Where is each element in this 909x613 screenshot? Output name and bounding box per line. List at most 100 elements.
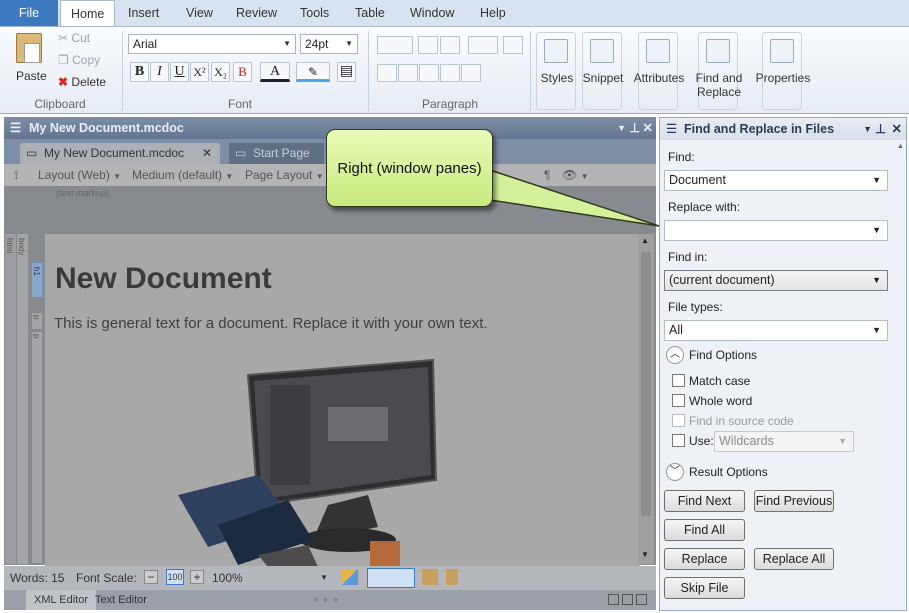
snippet-button[interactable]: Snippet [582,32,623,110]
scroll-down-icon[interactable]: ▼ [641,550,649,559]
tab-xml-editor[interactable]: XML Editor [26,590,97,610]
clear-formatting-button[interactable]: B [233,62,252,82]
collapse-find-options-icon[interactable]: ︿ [666,346,684,364]
tab-my-new-document[interactable]: ▭ My New Document.mcdoc ✕ [20,143,220,164]
menu-tools[interactable]: Tools [290,0,339,26]
replace-button[interactable]: Replace [664,548,745,570]
splitter-grip[interactable]: ∘ ∘ ∘ [312,590,339,610]
zoom-select[interactable]: 100% ▼ [212,566,328,590]
align-right-icon[interactable] [419,64,439,82]
find-previous-button[interactable]: Find Previous [754,490,834,512]
bold-button[interactable]: B [130,62,149,82]
list-style-icon[interactable] [468,36,498,54]
show-blocks-icon[interactable] [503,36,523,54]
structure-bar-body[interactable]: body [17,234,29,564]
scroll-up-icon[interactable]: ▲ [897,143,904,150]
menu-icon[interactable]: ☰ [666,118,677,140]
reset-zoom-button[interactable]: 100 [166,569,184,585]
ruler-icon[interactable] [422,569,438,585]
highlight-button[interactable]: ✎ [296,62,330,82]
menu-review[interactable]: Review [226,0,287,26]
find-next-button[interactable]: Find Next [664,490,745,512]
outdent-icon[interactable] [418,36,438,54]
chevron-down-icon[interactable]: ▼ [872,221,881,240]
structure-bar-html[interactable]: html [5,234,17,564]
medium-select[interactable]: Medium (default) ▼ [132,164,233,188]
menu-help[interactable]: Help [470,0,516,26]
skip-file-button[interactable]: Skip File [664,577,745,599]
find-in-select[interactable]: (current document) ▼ [664,270,888,291]
find-input[interactable]: Document ▼ [664,170,888,191]
properties-button[interactable]: Properties [756,32,810,110]
pin-icon[interactable]: ⊥ [875,118,886,140]
document-paragraph[interactable]: This is general text for a document. Rep… [54,315,488,332]
paste-button[interactable]: Paste [12,31,48,91]
find-options-label[interactable]: Find Options [689,348,757,362]
justify-icon[interactable] [440,64,460,82]
font-family-select[interactable]: Arial ▼ [128,34,296,54]
pin-icon[interactable]: ⊥ [629,117,640,139]
font-size-select[interactable]: 24pt ▼ [300,34,358,54]
close-icon[interactable]: ✕ [202,143,212,164]
panel-scrollbar[interactable]: ▲ [896,140,906,610]
structure-bar-p[interactable]: p [31,331,43,564]
chevron-down-icon[interactable]: ▼ [872,171,881,190]
font-dialog-button[interactable]: ▤ [337,62,356,82]
menu-file[interactable]: File [0,0,58,26]
match-case-checkbox[interactable] [672,374,685,387]
align-left-icon[interactable] [377,64,397,82]
color-palette-icon[interactable] [342,569,358,585]
result-options-label[interactable]: Result Options [689,465,768,479]
menu-table[interactable]: Table [345,0,395,26]
italic-button[interactable]: I [150,62,169,82]
close-icon[interactable]: ✕ [643,117,653,139]
subscript-button[interactable]: X₂ [211,62,230,82]
whole-word-checkbox[interactable] [672,394,685,407]
document-heading[interactable]: New Document [55,262,272,296]
chevron-down-icon[interactable]: ▼ [863,118,872,140]
menu-window[interactable]: Window [400,0,464,26]
menu-home[interactable]: Home [60,0,116,27]
expand-result-options-icon[interactable]: ﹀ [666,463,684,481]
find-in-source-checkbox[interactable] [672,414,685,427]
indent-icon[interactable] [440,36,460,54]
use-checkbox[interactable] [672,434,685,447]
view-mode-toggle[interactable] [367,568,415,588]
layout-split-icon[interactable] [608,594,619,605]
file-types-select[interactable]: All ▼ [664,320,888,341]
vertical-ruler-icon[interactable] [446,569,458,585]
use-type-select[interactable]: Wildcards ▼ [714,431,854,452]
chevron-down-icon[interactable]: ▼ [617,117,626,139]
scrollbar-thumb[interactable] [641,252,651,516]
document-image[interactable] [178,355,458,567]
menu-icon[interactable]: ☰ [10,117,21,139]
tab-start-page[interactable]: ▭ Start Page [229,143,324,164]
styles-button[interactable]: Styles [536,32,576,110]
structure-bar-h1[interactable]: h1 [31,262,43,298]
replace-input[interactable]: ▼ [664,220,888,241]
replace-all-button[interactable]: Replace All [754,548,834,570]
cut-button[interactable]: ✂ Cut [58,31,90,45]
font-color-button[interactable]: A [260,62,290,82]
find-all-button[interactable]: Find All [664,519,745,541]
attributes-button[interactable]: Attributes [634,32,684,110]
superscript-button[interactable]: X² [190,62,209,82]
menu-view[interactable]: View [176,0,223,26]
underline-button[interactable]: U [170,62,189,82]
layout-select[interactable]: Layout (Web) ▼ [38,164,121,188]
tab-text-editor[interactable]: Text Editor [92,590,150,610]
structure-bar-p[interactable]: p [31,312,43,330]
scroll-up-icon[interactable]: ▲ [641,236,649,245]
layout-vertical-icon[interactable] [622,594,633,605]
delete-button[interactable]: ✖ Delete [58,75,106,89]
close-icon[interactable]: ✕ [892,118,902,140]
align-center-icon[interactable] [398,64,418,82]
vertical-scrollbar[interactable]: ▲ ▼ [638,234,654,564]
zoom-in-button[interactable]: + [190,570,204,584]
bullets-icon[interactable] [377,36,413,54]
layout-single-icon[interactable] [636,594,647,605]
menu-insert[interactable]: Insert [118,0,169,26]
find-and-replace-button[interactable]: Find and Replace [696,32,742,110]
zoom-out-button[interactable]: − [144,570,158,584]
clear-paragraph-icon[interactable] [461,64,481,82]
